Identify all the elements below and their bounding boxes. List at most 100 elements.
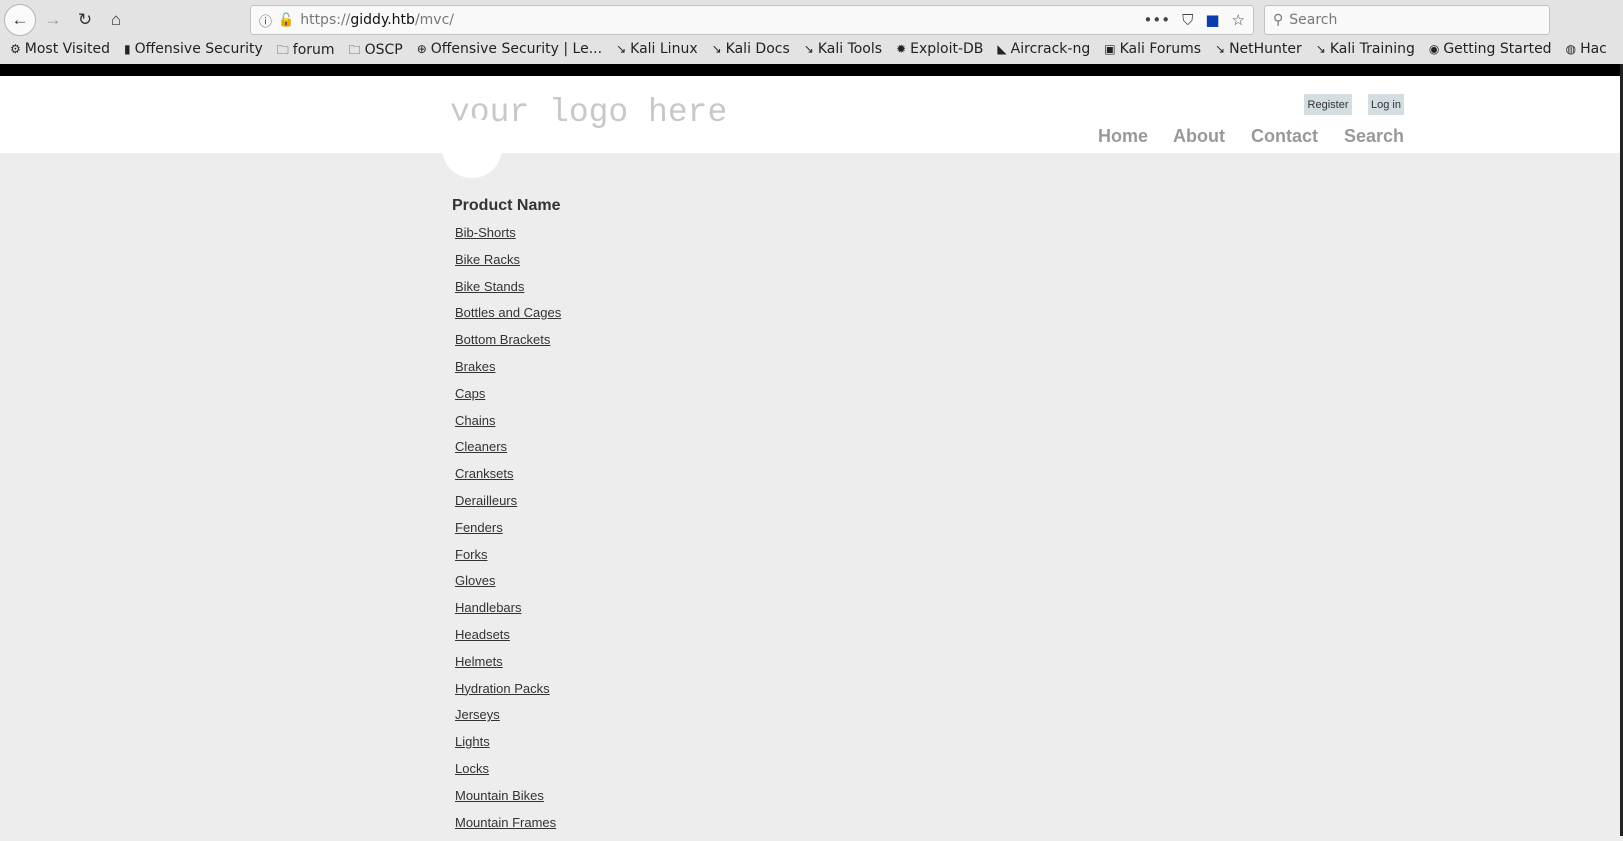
product-link[interactable]: Headsets bbox=[455, 627, 510, 642]
product-link[interactable]: Mountain Bikes bbox=[455, 788, 544, 803]
bookmark-icon: ◍ bbox=[1565, 42, 1577, 56]
product-link[interactable]: Hydration Packs bbox=[455, 681, 550, 696]
product-link[interactable]: Cranksets bbox=[455, 466, 514, 481]
list-item: Headsets bbox=[455, 627, 561, 654]
bookmark-icon: ✹ bbox=[896, 42, 907, 56]
bookmark-item[interactable]: ◉ Getting Started bbox=[1429, 41, 1552, 62]
bookmark-item[interactable]: ↘ Kali Docs bbox=[712, 41, 790, 62]
bookmark-label: Hac bbox=[1580, 41, 1607, 57]
page-top-bar bbox=[0, 64, 1623, 76]
list-item: Bike Stands bbox=[455, 279, 561, 306]
product-link[interactable]: Helmets bbox=[455, 654, 503, 669]
bookmark-icon: ↘ bbox=[711, 42, 722, 56]
bookmark-icon: 🗀 bbox=[276, 43, 289, 57]
product-link[interactable]: Bottles and Cages bbox=[455, 305, 561, 320]
nav-contact[interactable]: Contact bbox=[1251, 126, 1318, 147]
bookmark-icon: 🗀 bbox=[348, 43, 361, 57]
product-link[interactable]: Bottom Brackets bbox=[455, 332, 550, 347]
bookmarks-toolbar: ⚙ Most Visited ▮ Offensive Security 🗀 forum 🗀 O… bbox=[10, 41, 1607, 62]
list-item: Handlebars bbox=[455, 600, 561, 627]
nav-search[interactable]: Search bbox=[1344, 126, 1404, 147]
product-link[interactable]: Gloves bbox=[455, 573, 495, 588]
bookmark-label: Exploit-DB bbox=[910, 41, 984, 57]
product-link[interactable]: Bike Racks bbox=[455, 252, 520, 267]
list-item: Locks bbox=[455, 761, 561, 788]
list-item: Cleaners bbox=[455, 439, 561, 466]
product-link[interactable]: Lights bbox=[455, 734, 490, 749]
product-link[interactable]: Locks bbox=[455, 761, 489, 776]
browser-chrome: ← → ↻ ⌂ ⓘ 🔓 https://giddy.htb/mvc/ ••• ⛉… bbox=[0, 0, 1623, 64]
list-item: Mountain Frames bbox=[455, 815, 561, 841]
product-link[interactable]: Caps bbox=[455, 386, 485, 401]
product-link[interactable]: Chains bbox=[455, 413, 495, 428]
info-icon[interactable]: ⓘ bbox=[259, 11, 272, 30]
bookmark-icon: ◣ bbox=[997, 42, 1007, 56]
bookmark-label: Offensive Security bbox=[134, 41, 263, 57]
url-bar[interactable]: ⓘ 🔓 https://giddy.htb/mvc/ ••• ⛉ ■ ☆ bbox=[250, 5, 1254, 35]
search-icon: ⚲ bbox=[1273, 12, 1284, 28]
windows-icon[interactable]: ■ bbox=[1205, 11, 1219, 29]
product-name-heading: Product Name bbox=[452, 197, 561, 214]
more-icon[interactable]: ••• bbox=[1144, 11, 1171, 29]
logo-circle-decoration bbox=[442, 118, 502, 178]
list-item: Brakes bbox=[455, 359, 561, 386]
list-item: Fenders bbox=[455, 520, 561, 547]
bookmark-item[interactable]: ↘ Kali Training bbox=[1316, 41, 1415, 62]
bookmark-item[interactable]: ⊕ Offensive Security | Le... bbox=[417, 41, 602, 62]
list-item: Derailleurs bbox=[455, 493, 561, 520]
bookmark-label: Getting Started bbox=[1443, 41, 1552, 57]
list-item: Caps bbox=[455, 386, 561, 413]
nav-home[interactable]: Home bbox=[1098, 126, 1148, 147]
product-link[interactable]: Handlebars bbox=[455, 600, 522, 615]
pocket-icon[interactable]: ⛉ bbox=[1182, 11, 1193, 29]
bookmark-item[interactable]: ⚙ Most Visited bbox=[10, 41, 110, 62]
product-link[interactable]: Fenders bbox=[455, 520, 503, 535]
list-item: Bib-Shorts bbox=[455, 225, 561, 252]
reload-button[interactable]: ↻ bbox=[72, 7, 98, 33]
bookmark-item[interactable]: ▣ Kali Forums bbox=[1104, 41, 1201, 62]
product-link[interactable]: Cleaners bbox=[455, 439, 507, 454]
bookmark-item[interactable]: ▮ Offensive Security bbox=[124, 41, 263, 62]
home-button[interactable]: ⌂ bbox=[103, 7, 129, 33]
bookmark-label: Kali Training bbox=[1329, 41, 1415, 57]
list-item: Mountain Bikes bbox=[455, 788, 561, 815]
back-button[interactable]: ← bbox=[4, 4, 36, 36]
list-item: Bottom Brackets bbox=[455, 332, 561, 359]
forward-button[interactable]: → bbox=[40, 7, 66, 33]
bookmark-item[interactable]: ↘ NetHunter bbox=[1215, 41, 1302, 62]
bookmark-icon: ▣ bbox=[1104, 42, 1116, 56]
bookmark-item[interactable]: ◍ Hac bbox=[1566, 41, 1607, 62]
product-link[interactable]: Mountain Frames bbox=[455, 815, 556, 830]
list-item: Lights bbox=[455, 734, 561, 761]
product-link[interactable]: Forks bbox=[455, 547, 488, 562]
bookmark-label: OSCP bbox=[364, 42, 403, 58]
search-box[interactable]: ⚲ Search bbox=[1264, 5, 1550, 35]
list-item: Bike Racks bbox=[455, 252, 561, 279]
bookmark-item[interactable]: ↘ Kali Tools bbox=[804, 41, 882, 62]
login-button[interactable]: Log in bbox=[1368, 94, 1404, 115]
list-item: Cranksets bbox=[455, 466, 561, 493]
browser-toolbar: ← → ↻ ⌂ ⓘ 🔓 https://giddy.htb/mvc/ ••• ⛉… bbox=[0, 0, 1623, 40]
bookmark-label: Kali Tools bbox=[817, 41, 883, 57]
insecure-lock-icon: 🔓 bbox=[278, 12, 295, 28]
bookmark-star-icon[interactable]: ☆ bbox=[1232, 11, 1245, 29]
product-link[interactable]: Bike Stands bbox=[455, 279, 524, 294]
bookmark-icon: ▮ bbox=[123, 42, 131, 56]
register-button[interactable]: Register bbox=[1304, 94, 1352, 115]
bookmark-item[interactable]: 🗀 forum bbox=[277, 41, 335, 62]
bookmark-item[interactable]: ↘ Kali Linux bbox=[616, 41, 698, 62]
url-prefix: https:// bbox=[300, 12, 351, 28]
product-link[interactable]: Jerseys bbox=[455, 707, 500, 722]
nav-about[interactable]: About bbox=[1173, 126, 1225, 147]
list-item: Jerseys bbox=[455, 707, 561, 734]
product-link[interactable]: Brakes bbox=[455, 359, 495, 374]
bookmark-label: Kali Forums bbox=[1119, 41, 1202, 57]
product-link[interactable]: Bib-Shorts bbox=[455, 225, 516, 240]
product-link[interactable]: Derailleurs bbox=[455, 493, 517, 508]
bookmark-item[interactable]: ◣ Aircrack-ng bbox=[997, 41, 1090, 62]
url-path: /mvc/ bbox=[414, 12, 454, 28]
bookmark-icon: ◉ bbox=[1428, 42, 1440, 56]
bookmark-label: NetHunter bbox=[1229, 41, 1302, 57]
bookmark-item[interactable]: ✹ Exploit-DB bbox=[896, 41, 983, 62]
bookmark-item[interactable]: 🗀 OSCP bbox=[349, 41, 403, 62]
